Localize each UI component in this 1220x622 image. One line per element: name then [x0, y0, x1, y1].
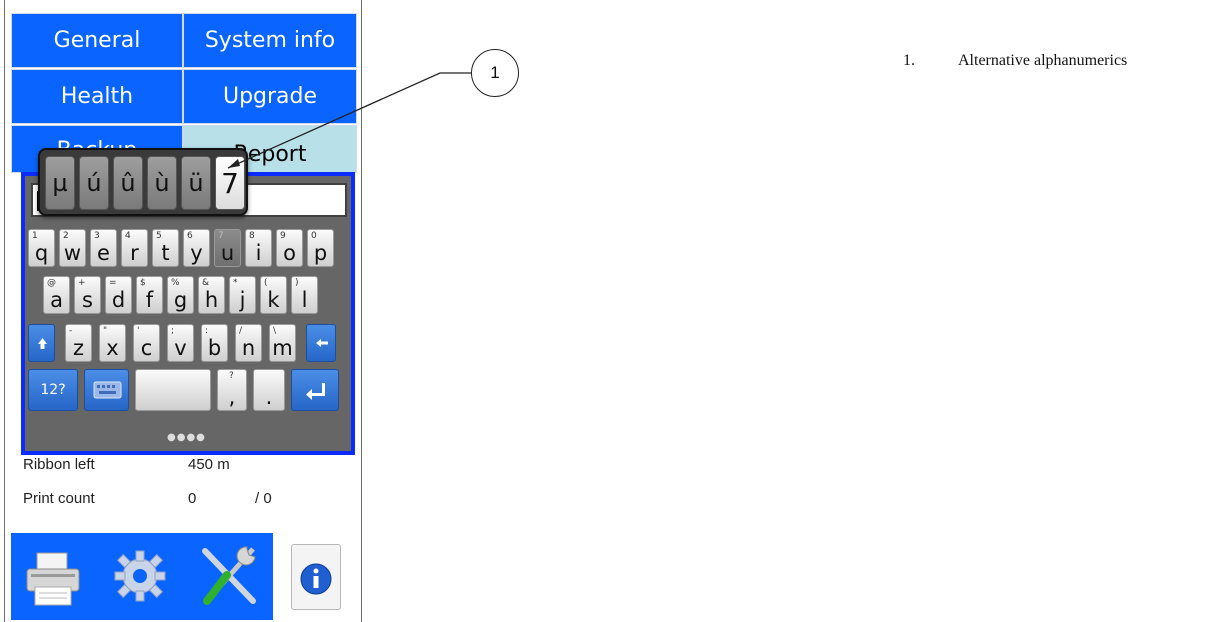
legend: 1. Alternative alphanumerics — [903, 52, 1127, 70]
legend-text: Alternative alphanumerics — [958, 52, 1128, 69]
legend-number: 1. — [903, 52, 915, 69]
callout-marker-1: 1 — [471, 49, 519, 97]
callout-number: 1 — [490, 63, 500, 82]
callout-leader — [227, 72, 471, 169]
